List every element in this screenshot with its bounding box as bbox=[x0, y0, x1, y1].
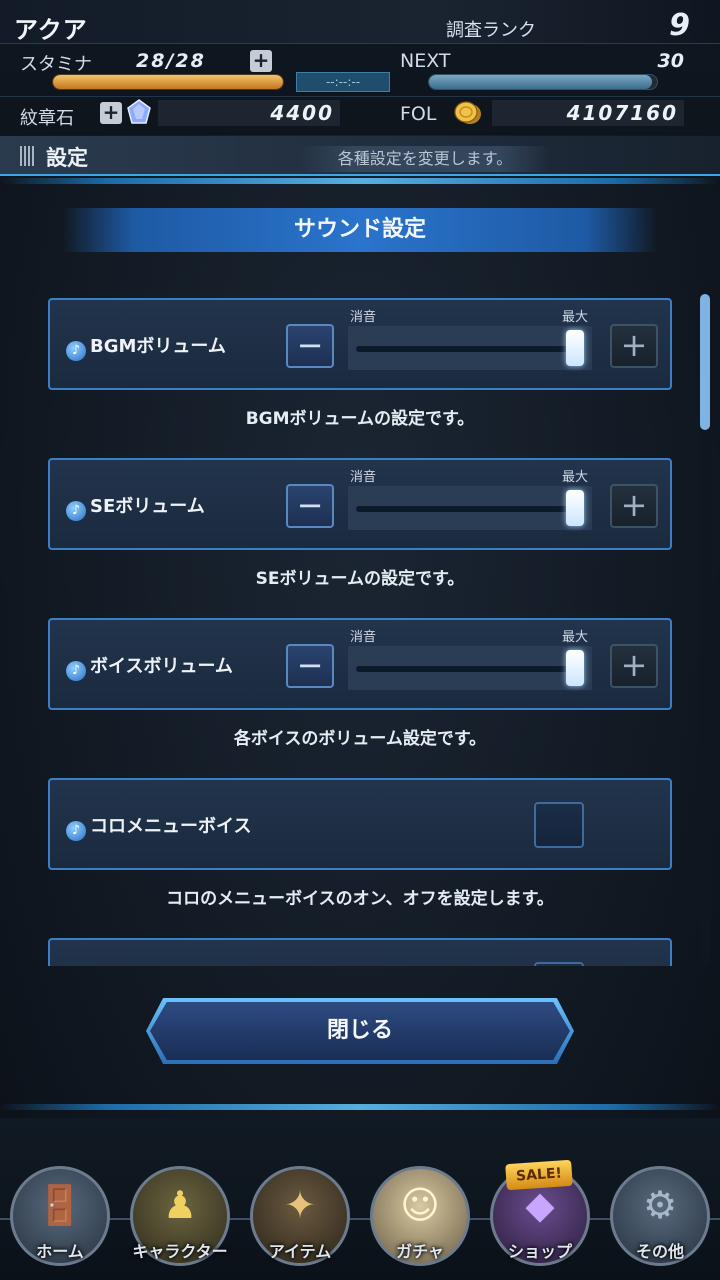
se-volume-slider[interactable] bbox=[348, 486, 592, 530]
bgm-volume-slider[interactable] bbox=[348, 326, 592, 370]
next-value: 30 bbox=[657, 50, 684, 72]
status-header: アクア 調査ランク 9 スタミナ 28/28 + --:--:-- NEXT 3… bbox=[0, 0, 720, 135]
stamina-bar bbox=[52, 74, 284, 90]
coro-menu-voice-description: コロのメニューボイスのオン、オフを設定します。 bbox=[166, 889, 554, 909]
se-volume-increase-button[interactable]: + bbox=[610, 484, 658, 528]
sale-badge: SALE! bbox=[505, 1159, 573, 1191]
bgm-slider-knob[interactable] bbox=[566, 330, 584, 366]
coro-menu-voice-title: ♪ コロメニューボイス bbox=[66, 812, 251, 841]
bgm-volume-increase-button[interactable]: + bbox=[610, 324, 658, 368]
se-volume-title: ♪ SEボリューム bbox=[66, 492, 205, 521]
voice-volume-description: 各ボイスのボリューム設定です。 bbox=[233, 729, 487, 749]
bgm-volume-title: ♪ BGMボリューム bbox=[66, 332, 226, 361]
voice-volume-label: ボイスボリューム bbox=[90, 656, 233, 677]
se-mute-label: 消音 bbox=[350, 470, 377, 485]
se-volume-description: SEボリュームの設定です。 bbox=[255, 569, 465, 589]
music-note-icon: ♪ bbox=[66, 341, 86, 361]
section-title: 設定 bbox=[46, 146, 88, 170]
fol-value: 4107160 bbox=[566, 101, 678, 125]
se-volume-decrease-button[interactable]: − bbox=[286, 484, 334, 528]
status-top-row bbox=[0, 0, 720, 44]
voice-volume-title: ♪ ボイスボリューム bbox=[66, 652, 233, 681]
fol-label: FOL bbox=[400, 103, 437, 125]
nav-other-label: その他 bbox=[635, 1242, 684, 1261]
shop-crystal-icon: ◆ bbox=[525, 1183, 555, 1227]
next-setting-card bbox=[48, 938, 672, 966]
stamina-label: スタミナ bbox=[20, 54, 92, 75]
voice-mute-label: 消音 bbox=[350, 630, 377, 645]
rank-value: 9 bbox=[669, 8, 690, 43]
se-slider-line bbox=[356, 506, 574, 512]
next-setting-checkbox[interactable] bbox=[534, 962, 584, 966]
bgm-volume-card: ♪ BGMボリューム − 消音 最大 + bbox=[48, 298, 672, 390]
bgm-volume-decrease-button[interactable]: − bbox=[286, 324, 334, 368]
voice-volume-slider[interactable] bbox=[348, 646, 592, 690]
voice-volume-increase-button[interactable]: + bbox=[610, 644, 658, 688]
bgm-max-label: 最大 bbox=[562, 310, 589, 325]
sound-settings-heading: サウンド設定 bbox=[62, 208, 658, 252]
top-divider-glow bbox=[0, 178, 720, 184]
voice-max-label: 最大 bbox=[562, 630, 589, 645]
coro-menu-voice-checkbox[interactable] bbox=[534, 802, 584, 848]
stamina-value: 28/28 bbox=[136, 50, 206, 72]
section-description: 各種設定を変更します。 bbox=[300, 146, 550, 172]
characters-icon: ♟ bbox=[162, 1183, 198, 1227]
nav-shop-label: ショップ bbox=[507, 1242, 572, 1261]
stamina-bar-fill bbox=[53, 75, 283, 89]
coro-menu-voice-label: コロメニューボイス bbox=[90, 816, 252, 837]
section-stripes-icon bbox=[20, 146, 36, 166]
panel-heading-text: サウンド設定 bbox=[293, 217, 426, 242]
voice-volume-decrease-button[interactable]: − bbox=[286, 644, 334, 688]
exp-bar-fill bbox=[429, 75, 653, 89]
crest-stone-value: 4400 bbox=[270, 101, 334, 125]
nav-home-label: ホーム bbox=[36, 1242, 84, 1261]
se-slider-knob[interactable] bbox=[566, 490, 584, 526]
settings-screen: アクア 調査ランク 9 スタミナ 28/28 + --:--:-- NEXT 3… bbox=[0, 0, 720, 1280]
coro-menu-voice-card: ♪ コロメニューボイス bbox=[48, 778, 672, 870]
bottom-divider-glow bbox=[0, 1104, 720, 1110]
next-label: NEXT bbox=[400, 50, 451, 72]
bgm-volume-description: BGMボリュームの設定です。 bbox=[245, 409, 475, 429]
scrollbar-thumb[interactable] bbox=[700, 294, 710, 430]
bgm-slider-line bbox=[356, 346, 574, 352]
stamina-plus-button[interactable]: + bbox=[250, 50, 272, 72]
se-volume-card: ♪ SEボリューム − 消音 最大 + bbox=[48, 458, 672, 550]
music-note-icon: ♪ bbox=[66, 501, 86, 521]
se-volume-label: SEボリューム bbox=[90, 496, 205, 517]
close-button-label: 閉じる bbox=[326, 1018, 393, 1043]
stamina-timer: --:--:-- bbox=[296, 72, 390, 92]
music-note-icon: ♪ bbox=[66, 661, 86, 681]
crest-stone-plus-button[interactable]: + bbox=[100, 102, 122, 124]
se-max-label: 最大 bbox=[562, 470, 589, 485]
bgm-volume-label: BGMボリューム bbox=[90, 336, 226, 357]
gears-icon: ⚙ bbox=[642, 1183, 678, 1227]
voice-slider-knob[interactable] bbox=[566, 650, 584, 686]
nav-item-label: アイテム bbox=[268, 1242, 332, 1261]
rank-label: 調査ランク bbox=[446, 20, 536, 41]
gacha-icon: ☺ bbox=[400, 1183, 440, 1227]
home-door-icon: 🚪 bbox=[36, 1183, 84, 1227]
item-bag-icon: ✦ bbox=[284, 1183, 316, 1227]
crest-stone-label: 紋章石 bbox=[20, 108, 74, 129]
close-button[interactable]: 閉じる bbox=[146, 998, 574, 1064]
nav-gacha-label: ガチャ bbox=[396, 1242, 444, 1261]
settings-list[interactable]: ♪ BGMボリューム − 消音 最大 + BGMボリュームの設定です。 ♪ SEボリ… bbox=[0, 290, 720, 966]
voice-slider-line bbox=[356, 666, 574, 672]
nav-character-label: キャラクター bbox=[132, 1242, 228, 1261]
exp-bar bbox=[428, 74, 658, 90]
voice-volume-card: ♪ ボイスボリューム − 消音 最大 + bbox=[48, 618, 672, 710]
crest-stone-icon bbox=[127, 99, 151, 124]
fol-coin-icon bbox=[454, 101, 481, 124]
bgm-mute-label: 消音 bbox=[350, 310, 377, 325]
player-name: アクア bbox=[14, 16, 88, 44]
music-note-icon: ♪ bbox=[66, 821, 86, 841]
